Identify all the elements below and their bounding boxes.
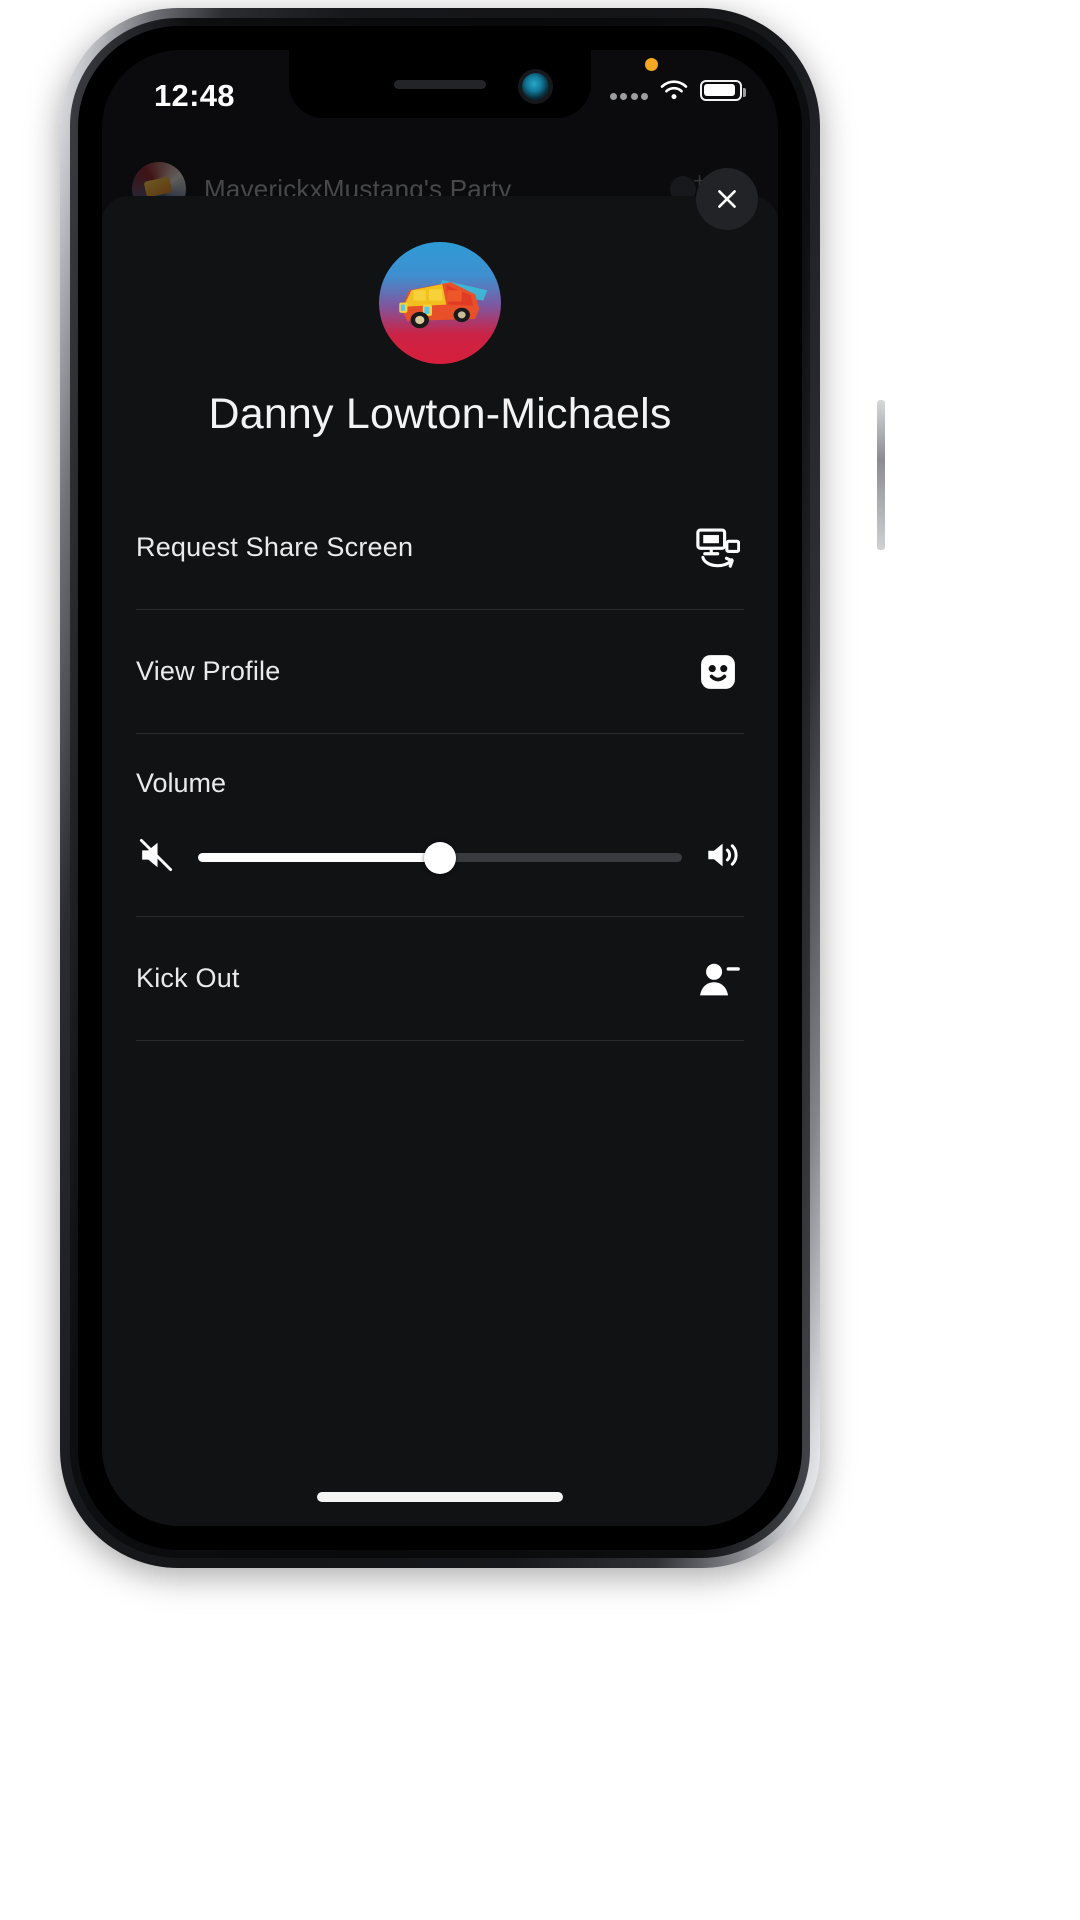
volume-control-row: Volume [136, 733, 744, 916]
person-remove-icon [692, 953, 744, 1005]
close-button[interactable] [696, 168, 758, 230]
status-icons [609, 72, 747, 108]
slider-fill [198, 853, 440, 862]
user-context-sheet: Danny Lowton-Michaels Request Share Scre… [102, 168, 778, 1526]
menu-list: Request Share Screen View Profile Volume… [102, 485, 778, 1041]
signal-dots-icon [609, 80, 648, 100]
screen-share-icon [692, 521, 744, 573]
recording-dot [645, 58, 658, 71]
volume-high-icon[interactable] [704, 835, 744, 880]
wifi-icon [659, 79, 689, 101]
notch [289, 50, 591, 118]
user-name: Danny Lowton-Michaels [208, 390, 672, 438]
status-time: 12:48 [154, 78, 235, 113]
car-avatar-image[interactable] [379, 242, 501, 364]
profile-face-icon [692, 646, 744, 698]
front-camera [522, 73, 549, 100]
volume-mute-icon[interactable] [136, 835, 176, 880]
earpiece-speaker [394, 80, 486, 89]
menu-item-kick-out[interactable]: Kick Out [136, 916, 744, 1040]
menu-item-view-profile[interactable]: View Profile [136, 609, 744, 733]
phone-frame: MaverickxMustang's Party + Danny Lowton-… [60, 8, 885, 1568]
menu-end-divider [136, 1040, 744, 1041]
car-illustration [398, 280, 488, 329]
menu-item-label: View Profile [136, 656, 281, 686]
battery-icon [700, 79, 747, 101]
close-icon [718, 190, 736, 208]
volume-slider[interactable] [198, 841, 682, 875]
home-indicator[interactable] [317, 1492, 563, 1502]
volume-label: Volume [136, 768, 227, 798]
menu-item-label: Kick Out [136, 963, 240, 993]
menu-item-request-share-screen[interactable]: Request Share Screen [136, 485, 744, 609]
menu-item-label: Request Share Screen [136, 531, 414, 562]
phone-screen: MaverickxMustang's Party + Danny Lowton-… [102, 50, 778, 1526]
slider-thumb[interactable] [424, 841, 456, 874]
profile-block: Danny Lowton-Michaels [102, 196, 778, 439]
power-button[interactable] [877, 400, 885, 550]
screenshot-stage: MaverickxMustang's Party + Danny Lowton-… [0, 0, 1080, 1920]
volume-slider-group [136, 835, 744, 880]
